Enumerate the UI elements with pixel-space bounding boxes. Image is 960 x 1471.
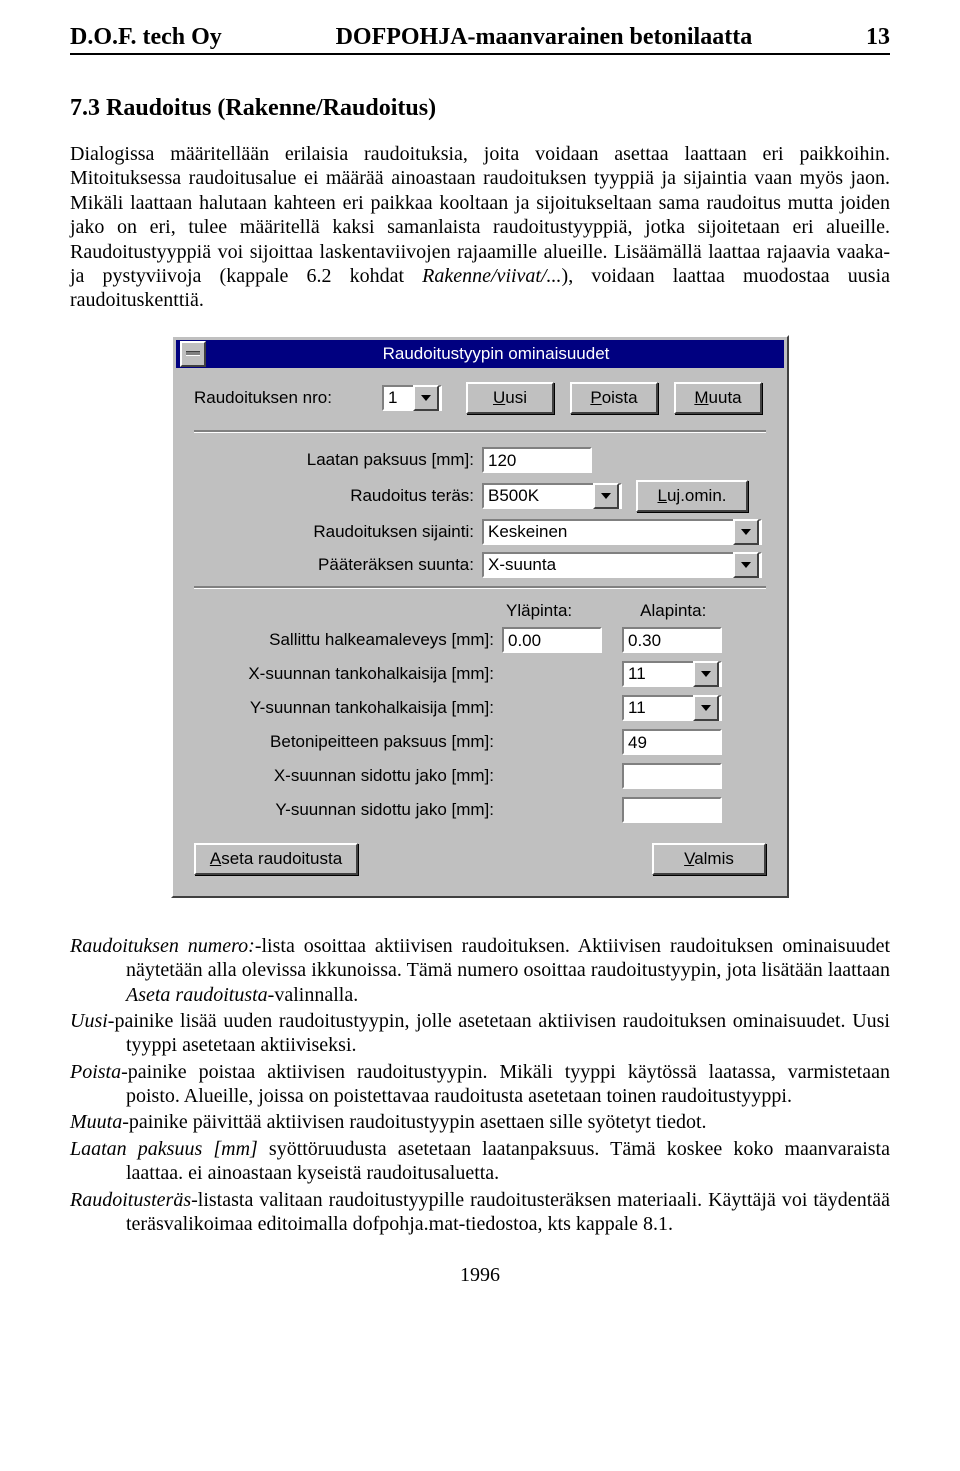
label-teras: Raudoitus teräs: xyxy=(194,486,474,506)
system-menu-icon[interactable] xyxy=(180,341,206,367)
label-bp: Betonipeitteen paksuus [mm]: xyxy=(194,732,494,752)
header-page-number: 13 xyxy=(866,24,890,51)
dialog-title: Raudoitustyypin ominaisuudet xyxy=(212,344,780,364)
dialog-titlebar: Raudoitustyypin ominaisuudet xyxy=(176,340,784,368)
combo-suunta[interactable]: X-suunta xyxy=(482,552,762,578)
header-ylapinta: Yläpinta: xyxy=(506,601,572,621)
chevron-down-icon[interactable] xyxy=(693,695,719,721)
header-left: D.O.F. tech Oy xyxy=(70,24,222,51)
lujomin-button[interactable]: Luj.omin. xyxy=(636,480,748,512)
chevron-down-icon[interactable] xyxy=(413,385,439,411)
dialog-raudoitus: Raudoitustyypin ominaisuudet Raudoitukse… xyxy=(171,335,789,898)
page-header: D.O.F. tech Oy DOFPOHJA-maanvarainen bet… xyxy=(70,24,890,55)
label-paksuus: Laatan paksuus [mm]: xyxy=(194,450,474,470)
input-bp[interactable]: 49 xyxy=(622,729,722,755)
value-suunta: X-suunta xyxy=(488,554,731,576)
label-xtk: X-suunnan tankohalkaisija [mm]: xyxy=(194,664,494,684)
muuta-button[interactable]: Muuta xyxy=(674,382,762,414)
label-raudoitus-nro: Raudoituksen nro: xyxy=(194,388,374,408)
label-xsj: X-suunnan sidottu jako [mm]: xyxy=(194,766,494,786)
input-xsj[interactable] xyxy=(622,763,722,789)
value-teras: B500K xyxy=(488,485,591,507)
chevron-down-icon[interactable] xyxy=(733,552,759,578)
input-halk-ala[interactable]: 0.30 xyxy=(622,627,722,653)
label-ytk: Y-suunnan tankohalkaisija [mm]: xyxy=(194,698,494,718)
chevron-down-icon[interactable] xyxy=(693,661,719,687)
chevron-down-icon[interactable] xyxy=(733,519,759,545)
combo-sijainti[interactable]: Keskeinen xyxy=(482,519,762,545)
def-raudoitusteras: Raudoitusteräs-listasta valitaan raudoit… xyxy=(70,1188,890,1237)
aseta-raudoitusta-button[interactable]: Aseta raudoitusta xyxy=(194,843,358,875)
input-ysj[interactable] xyxy=(622,797,722,823)
label-halkeama: Sallittu halkeamaleveys [mm]: xyxy=(194,630,494,650)
poista-button[interactable]: Poista xyxy=(570,382,658,414)
label-sijainti: Raudoituksen sijainti: xyxy=(194,522,474,542)
input-halk-yla[interactable]: 0.00 xyxy=(502,627,602,653)
header-center: DOFPOHJA-maanvarainen betonilaatta xyxy=(222,24,866,51)
value-xtk: 11 xyxy=(628,663,691,685)
def-uusi: Uusi-painike lisää uuden raudoitustyypin… xyxy=(70,1009,890,1058)
label-ysj: Y-suunnan sidottu jako [mm]: xyxy=(194,800,494,820)
def-paksuus: Laatan paksuus [mm] syöttöruudusta asete… xyxy=(70,1137,890,1186)
valmis-button[interactable]: Valmis xyxy=(652,843,766,875)
def-muuta: Muuta-painike päivittää aktiivisen raudo… xyxy=(70,1110,890,1134)
combo-xtk[interactable]: 11 xyxy=(622,661,722,687)
uusi-button[interactable]: Uusi xyxy=(466,382,554,414)
footer-year: 1996 xyxy=(70,1264,890,1287)
value-raudoitus-nro: 1 xyxy=(388,387,411,409)
input-paksuus[interactable]: 120 xyxy=(482,447,592,473)
def-raudoituksen-numero: Raudoituksen numero:-lista osoittaa akti… xyxy=(70,934,890,1007)
chevron-down-icon[interactable] xyxy=(593,483,619,509)
header-alapinta: Alapinta: xyxy=(640,601,706,621)
combo-ytk[interactable]: 11 xyxy=(622,695,722,721)
section-title: 7.3 Raudoitus (Rakenne/Raudoitus) xyxy=(70,95,890,122)
intro-paragraph: Dialogissa määritellään erilaisia raudoi… xyxy=(70,142,890,313)
value-sijainti: Keskeinen xyxy=(488,521,731,543)
combo-teras[interactable]: B500K xyxy=(482,483,622,509)
label-suunta: Pääteräksen suunta: xyxy=(194,555,474,575)
combo-raudoitus-nro[interactable]: 1 xyxy=(382,385,442,411)
value-ytk: 11 xyxy=(628,697,691,719)
intro-text-italic: Rakenne/viivat/... xyxy=(422,265,561,287)
def-poista: Poista-painike poistaa aktiivisen raudoi… xyxy=(70,1060,890,1109)
